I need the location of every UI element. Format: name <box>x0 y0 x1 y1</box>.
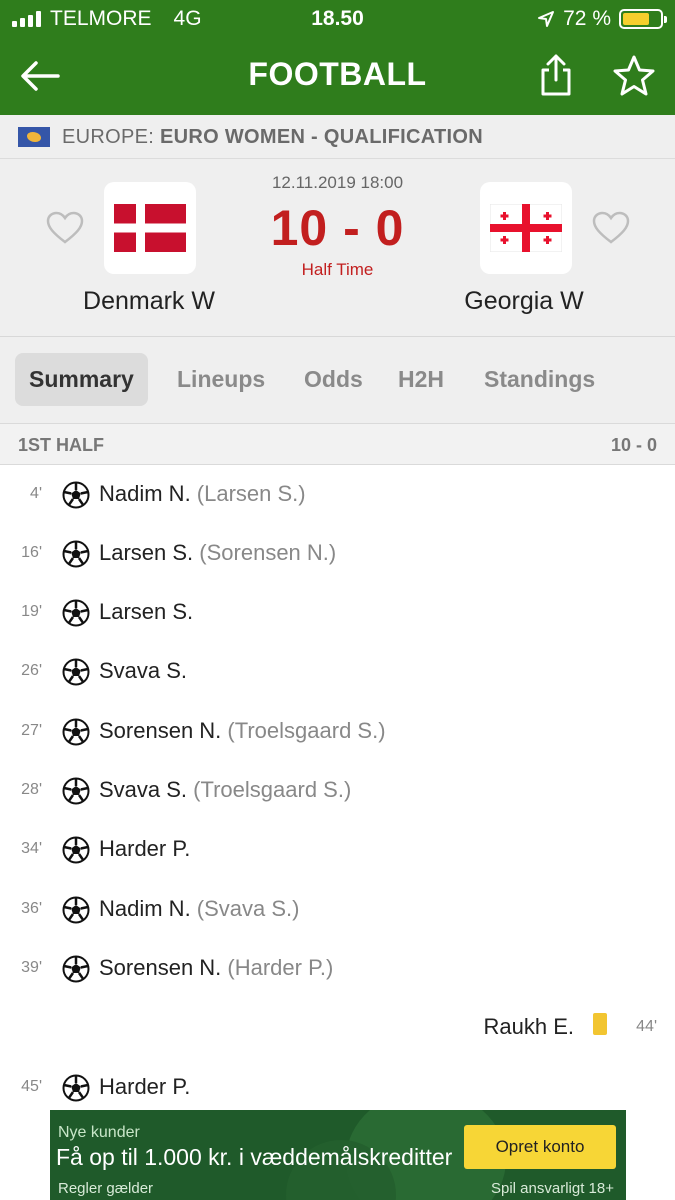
top-bar: TELMORE 4G 18.50 72 % FOOTBALL <box>0 0 675 115</box>
event-minute: 39' <box>21 959 42 976</box>
event-assist: (Svava S.) <box>190 896 300 921</box>
status-right: 72 % <box>537 7 667 31</box>
location-icon <box>538 11 555 27</box>
event-assist: (Troelsgaard S.) <box>187 777 352 802</box>
battery-icon <box>619 9 667 29</box>
event-minute: 16' <box>21 544 42 561</box>
ad-rules: Regler gælder <box>58 1180 154 1197</box>
ad-responsible: Spil ansvarligt 18+ <box>491 1180 614 1197</box>
soccer-ball-icon <box>62 599 90 627</box>
event-player: Harder P. <box>99 836 190 862</box>
league-competition: EURO WOMEN - QUALIFICATION <box>159 126 483 148</box>
event-minute: 36' <box>21 900 42 917</box>
yellow-card-icon <box>593 1013 607 1035</box>
event-minute: 4' <box>30 485 42 502</box>
match-header: Denmark W 12.11.2019 18:00 10 - 0 Half T… <box>0 159 675 337</box>
event-row[interactable]: 45' Harder P. <box>0 1068 675 1108</box>
event-row[interactable]: 34' Harder P. <box>0 830 675 870</box>
event-player: Larsen S. (Sorensen N.) <box>99 540 336 566</box>
event-scorer: Larsen S. <box>99 599 194 624</box>
soccer-ball-icon <box>62 955 90 983</box>
event-row[interactable]: 28' Svava S. (Troelsgaard S.) <box>0 771 675 811</box>
league-row[interactable]: EUROPE: EURO WOMEN - QUALIFICATION <box>0 115 675 159</box>
event-row[interactable]: 4' Nadim N. (Larsen S.) <box>0 475 675 515</box>
europe-flag-icon <box>18 127 50 147</box>
event-player: Svava S. (Troelsgaard S.) <box>99 777 351 803</box>
tab-summary[interactable]: Summary <box>15 353 148 406</box>
event-row[interactable]: 36' Nadim N. (Svava S.) <box>0 890 675 930</box>
event-player: Svava S. <box>99 658 187 684</box>
away-team-name[interactable]: Georgia W <box>424 287 624 316</box>
event-minute: 28' <box>21 781 42 798</box>
event-player: Harder P. <box>99 1074 190 1100</box>
star-icon[interactable] <box>612 54 656 98</box>
event-player: Nadim N. (Larsen S.) <box>99 481 306 507</box>
away-heart-icon[interactable] <box>592 211 630 245</box>
event-player: Nadim N. (Svava S.) <box>99 896 300 922</box>
match-datetime: 12.11.2019 18:00 <box>271 173 404 192</box>
ad-eyebrow: Nye kunder <box>58 1124 140 1141</box>
event-row[interactable]: 26' Svava S. <box>0 652 675 692</box>
event-minute: 19' <box>21 603 42 620</box>
event-scorer: Svava S. <box>99 658 188 683</box>
event-row[interactable]: 39' Sorensen N. (Harder P.) <box>0 949 675 989</box>
event-row[interactable]: 16' Larsen S. (Sorensen N.) <box>0 534 675 574</box>
event-minute: 26' <box>21 662 42 679</box>
battery-percent: 72 % <box>563 7 611 30</box>
event-row[interactable]: 27' Sorensen N. (Troelsgaard S.) <box>0 712 675 752</box>
match-score: 10 - 0 <box>270 200 405 256</box>
soccer-ball-icon <box>62 481 90 509</box>
soccer-ball-icon <box>62 658 90 686</box>
event-scorer: Nadim N. <box>99 896 191 921</box>
half-label: 1ST HALF <box>18 435 105 455</box>
soccer-ball-icon <box>62 540 90 568</box>
status-bar: TELMORE 4G 18.50 72 % <box>0 0 675 36</box>
event-minute: 27' <box>21 722 42 739</box>
soccer-ball-icon <box>62 718 90 746</box>
league-region: EUROPE: <box>62 126 155 148</box>
home-team-name[interactable]: Denmark W <box>49 287 249 316</box>
event-player: Larsen S. <box>99 599 193 625</box>
event-scorer: Nadim N. <box>99 481 191 506</box>
battery-level <box>623 13 649 25</box>
event-scorer: Svava S. <box>99 777 188 802</box>
event-scorer: Larsen S. <box>99 540 194 565</box>
share-icon[interactable] <box>536 52 576 98</box>
event-player: Sorensen N. (Troelsgaard S.) <box>99 718 386 744</box>
soccer-ball-icon <box>62 836 90 864</box>
nav-bar: FOOTBALL <box>0 40 675 115</box>
tab-odds[interactable]: Odds <box>304 353 363 406</box>
event-assist: (Harder P.) <box>221 955 334 980</box>
event-row[interactable]: Raukh E. 44' <box>0 1008 675 1048</box>
event-player: Sorensen N. (Harder P.) <box>99 955 333 981</box>
event-scorer: Sorensen N. <box>99 955 222 980</box>
league-name: EUROPE: EURO WOMEN - QUALIFICATION <box>62 126 483 149</box>
ad-headline: Få op til 1.000 kr. i væddemålskreditter <box>56 1144 453 1170</box>
event-scorer: Harder P. <box>99 1074 191 1099</box>
event-assist: (Sorensen N.) <box>193 540 337 565</box>
away-team-logo[interactable] <box>480 182 572 274</box>
event-row[interactable]: 19' Larsen S. <box>0 593 675 633</box>
half-header: 1ST HALF 10 - 0 <box>0 423 675 465</box>
tab-standings[interactable]: Standings <box>484 353 595 406</box>
event-assist: (Troelsgaard S.) <box>221 718 386 743</box>
soccer-ball-icon <box>62 1074 90 1102</box>
tab-lineups[interactable]: Lineups <box>177 353 265 406</box>
tab-h2h[interactable]: H2H <box>398 353 444 406</box>
half-score: 10 - 0 <box>610 435 657 455</box>
ad-cta-button[interactable]: Opret konto <box>464 1125 616 1169</box>
match-status: Half Time <box>301 260 374 279</box>
event-player: Raukh E. <box>483 1014 575 1039</box>
georgia-flag-icon <box>490 204 562 252</box>
event-minute: 34' <box>21 840 42 857</box>
event-scorer: Sorensen N. <box>99 718 222 743</box>
event-scorer: Harder P. <box>99 836 191 861</box>
event-minute: 45' <box>21 1078 42 1095</box>
event-assist: (Larsen S.) <box>190 481 306 506</box>
tab-bar: Summary Lineups Odds H2H Standings <box>0 337 675 423</box>
event-minute: 44' <box>636 1018 657 1035</box>
ad-banner[interactable]: Nye kunder Få op til 1.000 kr. i væddemå… <box>50 1110 626 1200</box>
soccer-ball-icon <box>62 896 90 924</box>
soccer-ball-icon <box>62 777 90 805</box>
